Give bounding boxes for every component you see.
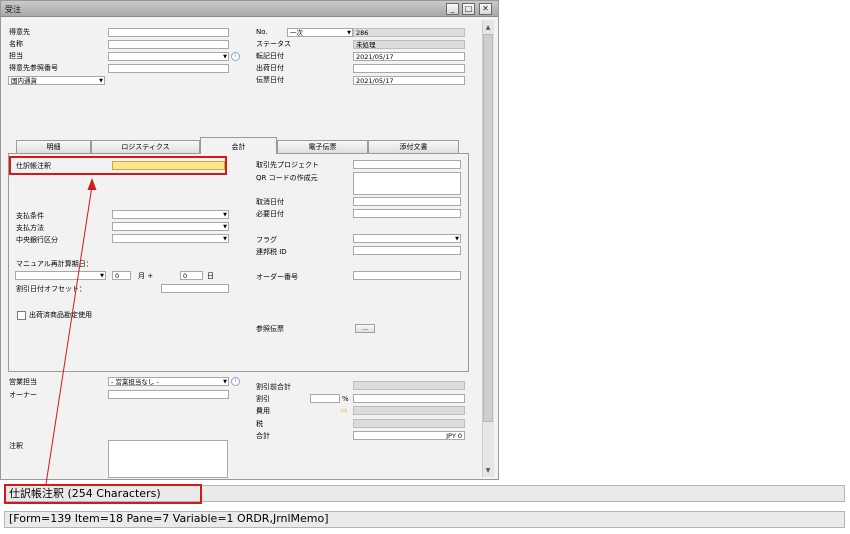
system-info-text: [Form=139 Item=18 Pane=7 Variable=1 ORDR… [9, 512, 329, 525]
field-info-text: 仕訳帳注釈 (254 Characters) [9, 487, 161, 500]
tab-accounting[interactable]: 会計 [200, 137, 277, 154]
annotation-arrow [45, 178, 97, 485]
